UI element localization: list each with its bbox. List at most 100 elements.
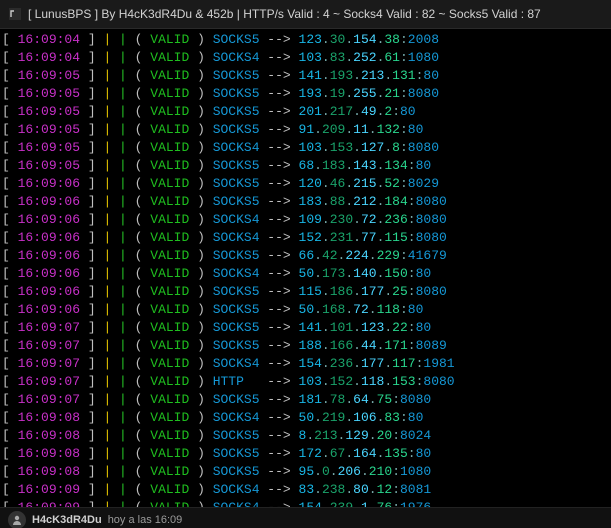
protocol: SOCKS4 — [213, 50, 260, 65]
port: 1976 — [400, 500, 431, 507]
valid-badge: VALID — [150, 392, 189, 407]
status-bar: H4cK3dR4Du hoy a las 16:09 — [0, 507, 611, 528]
log-line: [ 16:09:05 ] | | ( VALID ) SOCKS5 --> 91… — [2, 121, 611, 139]
port: 2008 — [408, 32, 439, 47]
protocol: SOCKS4 — [213, 410, 260, 425]
log-line: [ 16:09:06 ] | | ( VALID ) SOCKS5 --> 11… — [2, 283, 611, 301]
timestamp: 16:09:06 — [18, 230, 80, 245]
log-line: [ 16:09:07 ] | | ( VALID ) SOCKS5 --> 14… — [2, 319, 611, 337]
titlebar[interactable]: [ LunusBPS ] By H4cK3dR4Du & 452b | HTTP… — [0, 0, 611, 29]
protocol: SOCKS4 — [213, 212, 260, 227]
valid-badge: VALID — [150, 446, 189, 461]
valid-badge: VALID — [150, 374, 189, 389]
log-line: [ 16:09:09 ] | | ( VALID ) SOCKS4 --> 83… — [2, 481, 611, 499]
timestamp: 16:09:06 — [18, 194, 80, 209]
valid-badge: VALID — [150, 266, 189, 281]
protocol: SOCKS5 — [213, 464, 260, 479]
log-line: [ 16:09:05 ] | | ( VALID ) SOCKS5 --> 68… — [2, 157, 611, 175]
port: 80 — [416, 320, 432, 335]
protocol: SOCKS5 — [213, 338, 260, 353]
valid-badge: VALID — [150, 194, 189, 209]
protocol: SOCKS5 — [213, 104, 260, 119]
protocol: SOCKS4 — [213, 500, 260, 507]
log-line: [ 16:09:05 ] | | ( VALID ) SOCKS4 --> 10… — [2, 139, 611, 157]
port: 8080 — [400, 392, 431, 407]
valid-badge: VALID — [150, 68, 189, 83]
valid-badge: VALID — [150, 104, 189, 119]
valid-badge: VALID — [150, 482, 189, 497]
log-line: [ 16:09:08 ] | | ( VALID ) SOCKS4 --> 50… — [2, 409, 611, 427]
valid-badge: VALID — [150, 158, 189, 173]
avatar-icon — [8, 511, 26, 528]
log-line: [ 16:09:07 ] | | ( VALID ) SOCKS5 --> 18… — [2, 391, 611, 409]
protocol: SOCKS5 — [213, 86, 260, 101]
protocol: SOCKS5 — [213, 284, 260, 299]
log-line: [ 16:09:07 ] | | ( VALID ) SOCKS4 --> 15… — [2, 355, 611, 373]
protocol: SOCKS4 — [213, 266, 260, 281]
valid-badge: VALID — [150, 500, 189, 507]
protocol: SOCKS5 — [213, 158, 260, 173]
log-line: [ 16:09:06 ] | | ( VALID ) SOCKS5 --> 50… — [2, 301, 611, 319]
log-line: [ 16:09:08 ] | | ( VALID ) SOCKS5 --> 95… — [2, 463, 611, 481]
timestamp: 16:09:06 — [18, 266, 80, 281]
port: 80 — [416, 158, 432, 173]
protocol: HTTP — [213, 374, 260, 389]
timestamp: 16:09:08 — [18, 428, 80, 443]
log-line: [ 16:09:06 ] | | ( VALID ) SOCKS4 --> 10… — [2, 211, 611, 229]
protocol: SOCKS5 — [213, 68, 260, 83]
protocol: SOCKS4 — [213, 356, 260, 371]
protocol: SOCKS5 — [213, 428, 260, 443]
valid-badge: VALID — [150, 50, 189, 65]
timestamp: 16:09:05 — [18, 158, 80, 173]
log-line: [ 16:09:08 ] | | ( VALID ) SOCKS5 --> 8.… — [2, 427, 611, 445]
protocol: SOCKS4 — [213, 482, 260, 497]
log-line: [ 16:09:06 ] | | ( VALID ) SOCKS5 --> 18… — [2, 193, 611, 211]
valid-badge: VALID — [150, 428, 189, 443]
timestamp: 16:09:04 — [18, 32, 80, 47]
timestamp: 16:09:06 — [18, 176, 80, 191]
log-line: [ 16:09:06 ] | | ( VALID ) SOCKS5 --> 12… — [2, 175, 611, 193]
protocol: SOCKS4 — [213, 140, 260, 155]
port: 1981 — [423, 356, 454, 371]
log-line: [ 16:09:08 ] | | ( VALID ) SOCKS5 --> 17… — [2, 445, 611, 463]
port: 8080 — [416, 284, 447, 299]
valid-badge: VALID — [150, 410, 189, 425]
log-line: [ 16:09:06 ] | | ( VALID ) SOCKS5 --> 66… — [2, 247, 611, 265]
protocol: SOCKS5 — [213, 248, 260, 263]
port: 80 — [400, 104, 416, 119]
protocol: SOCKS5 — [213, 194, 260, 209]
valid-badge: VALID — [150, 284, 189, 299]
log-line: [ 16:09:05 ] | | ( VALID ) SOCKS5 --> 19… — [2, 85, 611, 103]
port: 8080 — [423, 374, 454, 389]
port: 8089 — [416, 338, 447, 353]
protocol: SOCKS5 — [213, 392, 260, 407]
timestamp: 16:09:08 — [18, 464, 80, 479]
protocol: SOCKS5 — [213, 302, 260, 317]
valid-badge: VALID — [150, 338, 189, 353]
valid-badge: VALID — [150, 302, 189, 317]
port: 80 — [416, 446, 432, 461]
port: 8080 — [408, 140, 439, 155]
timestamp: 16:09:09 — [18, 482, 80, 497]
log-line: [ 16:09:06 ] | | ( VALID ) SOCKS4 --> 15… — [2, 229, 611, 247]
timestamp: 16:09:09 — [18, 500, 80, 507]
timestamp: 16:09:07 — [18, 320, 80, 335]
valid-badge: VALID — [150, 122, 189, 137]
valid-badge: VALID — [150, 248, 189, 263]
valid-badge: VALID — [150, 356, 189, 371]
timestamp: 16:09:05 — [18, 68, 80, 83]
log-line: [ 16:09:05 ] | | ( VALID ) SOCKS5 --> 14… — [2, 67, 611, 85]
port: 8080 — [416, 194, 447, 209]
app-icon — [8, 7, 22, 21]
valid-badge: VALID — [150, 176, 189, 191]
log-line: [ 16:09:09 ] | | ( VALID ) SOCKS4 --> 15… — [2, 499, 611, 507]
valid-badge: VALID — [150, 140, 189, 155]
timestamp: 16:09:07 — [18, 392, 80, 407]
timestamp: 16:09:06 — [18, 284, 80, 299]
valid-badge: VALID — [150, 86, 189, 101]
status-name: H4cK3dR4Du — [32, 511, 102, 528]
timestamp: 16:09:07 — [18, 374, 80, 389]
log-line: [ 16:09:07 ] | | ( VALID ) HTTP --> 103.… — [2, 373, 611, 391]
valid-badge: VALID — [150, 32, 189, 47]
terminal-output[interactable]: [ 16:09:04 ] | | ( VALID ) SOCKS5 --> 12… — [0, 29, 611, 507]
